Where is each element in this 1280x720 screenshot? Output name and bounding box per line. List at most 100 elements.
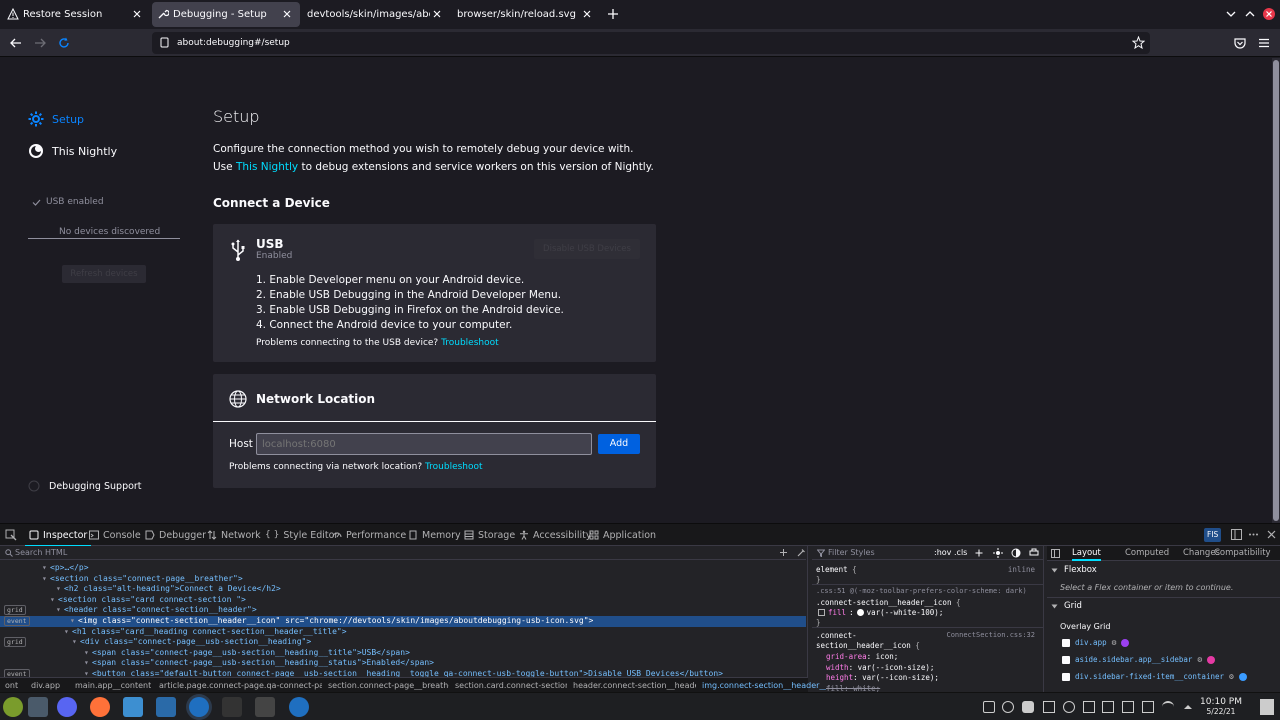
show-desktop-icon[interactable]: [1260, 699, 1274, 715]
eyedropper-icon[interactable]: [797, 548, 806, 557]
breadcrumb-item[interactable]: main.app__content: [75, 681, 151, 690]
settings-app-icon[interactable]: [255, 697, 275, 717]
tab-console[interactable]: Console: [89, 528, 141, 542]
close-icon[interactable]: [280, 7, 294, 21]
element-picker-icon[interactable]: [5, 529, 17, 541]
bookmark-star-icon[interactable]: [1132, 36, 1145, 49]
tab-memory[interactable]: Memory: [408, 528, 461, 542]
expand-twisty-icon[interactable]: ▾: [42, 574, 47, 583]
expand-twisty-icon[interactable]: ▾: [84, 669, 89, 677]
tab-restore-session[interactable]: Restore Session: [2, 2, 150, 27]
rule2-decl[interactable]: height: var(--icon-size);: [826, 673, 939, 684]
rule1-source[interactable]: .css:51 @(-moz-toolbar-prefers-color-sch…: [816, 587, 1027, 595]
toggle-pane-icon[interactable]: [1051, 549, 1060, 558]
usb-troubleshoot-link[interactable]: Troubleshoot: [441, 338, 499, 348]
markup-node[interactable]: ▾ <span class="connect-page__usb-section_…: [0, 658, 806, 669]
rule-checkbox[interactable]: [818, 609, 825, 616]
sidebar-item-this-nightly[interactable]: This Nightly: [28, 143, 117, 159]
terminal-icon[interactable]: [222, 697, 242, 717]
tab-compatibility[interactable]: Compatibility: [1214, 548, 1271, 558]
breadcrumb-item[interactable]: div.app: [31, 681, 60, 690]
tab-performance[interactable]: Performance: [332, 528, 406, 542]
close-icon[interactable]: [580, 7, 594, 21]
grid-item[interactable]: div.sidebar-fixed-item__container ⚙: [1062, 672, 1247, 681]
rule2-decl[interactable]: width: var(--icon-size);: [826, 663, 939, 674]
pocket-icon[interactable]: [1233, 36, 1247, 50]
tab-application[interactable]: Application: [589, 528, 656, 542]
grid-checkbox[interactable]: [1062, 672, 1070, 681]
sidebar-item-setup[interactable]: Setup: [28, 111, 84, 127]
forward-icon[interactable]: [33, 36, 47, 50]
dock-icon[interactable]: [1231, 529, 1242, 540]
volume-icon[interactable]: [1122, 701, 1134, 713]
tray-discord-icon[interactable]: [1022, 701, 1034, 713]
tray-clipboard-icon[interactable]: [1043, 701, 1055, 713]
tab-network[interactable]: Network: [207, 528, 261, 542]
cls-toggle[interactable]: .cls: [954, 548, 967, 557]
markup-node[interactable]: ▾ <header class="connect-section__header"…: [0, 605, 806, 616]
highlight-gear-icon[interactable]: ⚙: [1229, 672, 1234, 681]
dark-mode-icon[interactable]: [1011, 548, 1021, 558]
markup-node[interactable]: ▾ <h1 class="card__heading connect-sectio…: [0, 627, 806, 638]
color-swatch[interactable]: [856, 609, 864, 616]
grid-item[interactable]: div.app ⚙: [1062, 638, 1130, 647]
expand-twisty-icon[interactable]: ▾: [42, 563, 47, 572]
add-rule-icon[interactable]: [975, 549, 983, 557]
expand-twisty-icon[interactable]: ▾: [84, 658, 89, 667]
markup-badge[interactable]: grid: [4, 605, 26, 616]
expand-twisty-icon[interactable]: ▾: [56, 584, 61, 593]
markup-node[interactable]: ▾ <div class="connect-page__usb-section__…: [0, 637, 806, 648]
breadcrumb-item[interactable]: header.connect-section__header: [573, 681, 696, 690]
markup-node[interactable]: ▾ <h2 class="alt-heading">Connect a Devic…: [0, 584, 806, 595]
grid-item[interactable]: aside.sidebar.app__sidebar ⚙: [1062, 655, 1216, 664]
chevron-down-icon[interactable]: [1224, 7, 1238, 21]
maximize-icon[interactable]: [1243, 7, 1257, 21]
markup-node[interactable]: ▾ <section class="card connect-section ">: [0, 595, 806, 606]
close-devtools-icon[interactable]: [1266, 529, 1277, 540]
rule2-source[interactable]: ConnectSection.css:32: [946, 631, 1035, 639]
close-icon[interactable]: [130, 7, 144, 21]
window-close-icon[interactable]: [1262, 7, 1276, 21]
add-node-icon[interactable]: [779, 548, 788, 557]
desktop-icon[interactable]: [28, 697, 48, 717]
fission-badge[interactable]: FIS: [1204, 528, 1222, 542]
tab-accessibility[interactable]: Accessibility: [519, 528, 591, 542]
tab-layout[interactable]: Layout: [1072, 548, 1101, 561]
grid-checkbox[interactable]: [1062, 638, 1070, 647]
tray-send-icon[interactable]: [1083, 701, 1095, 713]
tab-storage[interactable]: Storage: [464, 528, 515, 542]
close-icon[interactable]: [430, 7, 444, 21]
markup-badge[interactable]: event: [4, 669, 30, 677]
html-search[interactable]: Search HTML: [0, 546, 806, 560]
reload-icon[interactable]: [57, 36, 71, 50]
markup-node[interactable]: ▾ <section class="connect-page__breather"…: [0, 574, 806, 585]
url-bar[interactable]: about:debugging#/setup: [152, 32, 1150, 54]
tray-media-icon[interactable]: [1063, 701, 1075, 713]
sidebar-item-debugging-support[interactable]: Debugging Support: [28, 480, 142, 492]
light-mode-icon[interactable]: [993, 548, 1003, 558]
grid-color-swatch[interactable]: [1121, 638, 1130, 647]
markup-badge[interactable]: grid: [4, 637, 26, 648]
expand-twisty-icon[interactable]: ▾: [70, 616, 75, 625]
chevron-up-icon[interactable]: [1182, 701, 1194, 713]
breadcrumb-item[interactable]: section.connect-page__breather: [328, 681, 449, 690]
expand-twisty-icon[interactable]: ▾: [56, 605, 61, 614]
expand-twisty-icon[interactable]: ▾: [50, 595, 55, 604]
firefox-icon[interactable]: [90, 697, 110, 717]
more-options-icon[interactable]: [1248, 529, 1259, 540]
wifi-icon[interactable]: [1162, 701, 1174, 713]
markup-node[interactable]: ▾ <p>…</p>: [0, 563, 806, 574]
refresh-devices-button[interactable]: Refresh devices: [62, 265, 146, 283]
markup-node[interactable]: ▾ <button class="default-button connect-p…: [0, 669, 806, 677]
highlight-gear-icon[interactable]: ⚙: [1112, 638, 1117, 647]
expand-twisty-icon[interactable]: ▾: [84, 648, 89, 657]
menu-icon[interactable]: [1257, 36, 1271, 50]
vscode-icon[interactable]: [156, 697, 176, 717]
back-icon[interactable]: [9, 36, 23, 50]
markup-node[interactable]: ▾ <span class="connect-page__usb-section_…: [0, 648, 806, 659]
tray-bluetooth-icon[interactable]: [1002, 701, 1014, 713]
expand-twisty-icon[interactable]: ▾: [72, 637, 77, 646]
host-input[interactable]: [256, 433, 592, 455]
nightly-window-icon[interactable]: [289, 697, 309, 717]
tab-style-editor[interactable]: { } Style Editor: [265, 528, 338, 542]
